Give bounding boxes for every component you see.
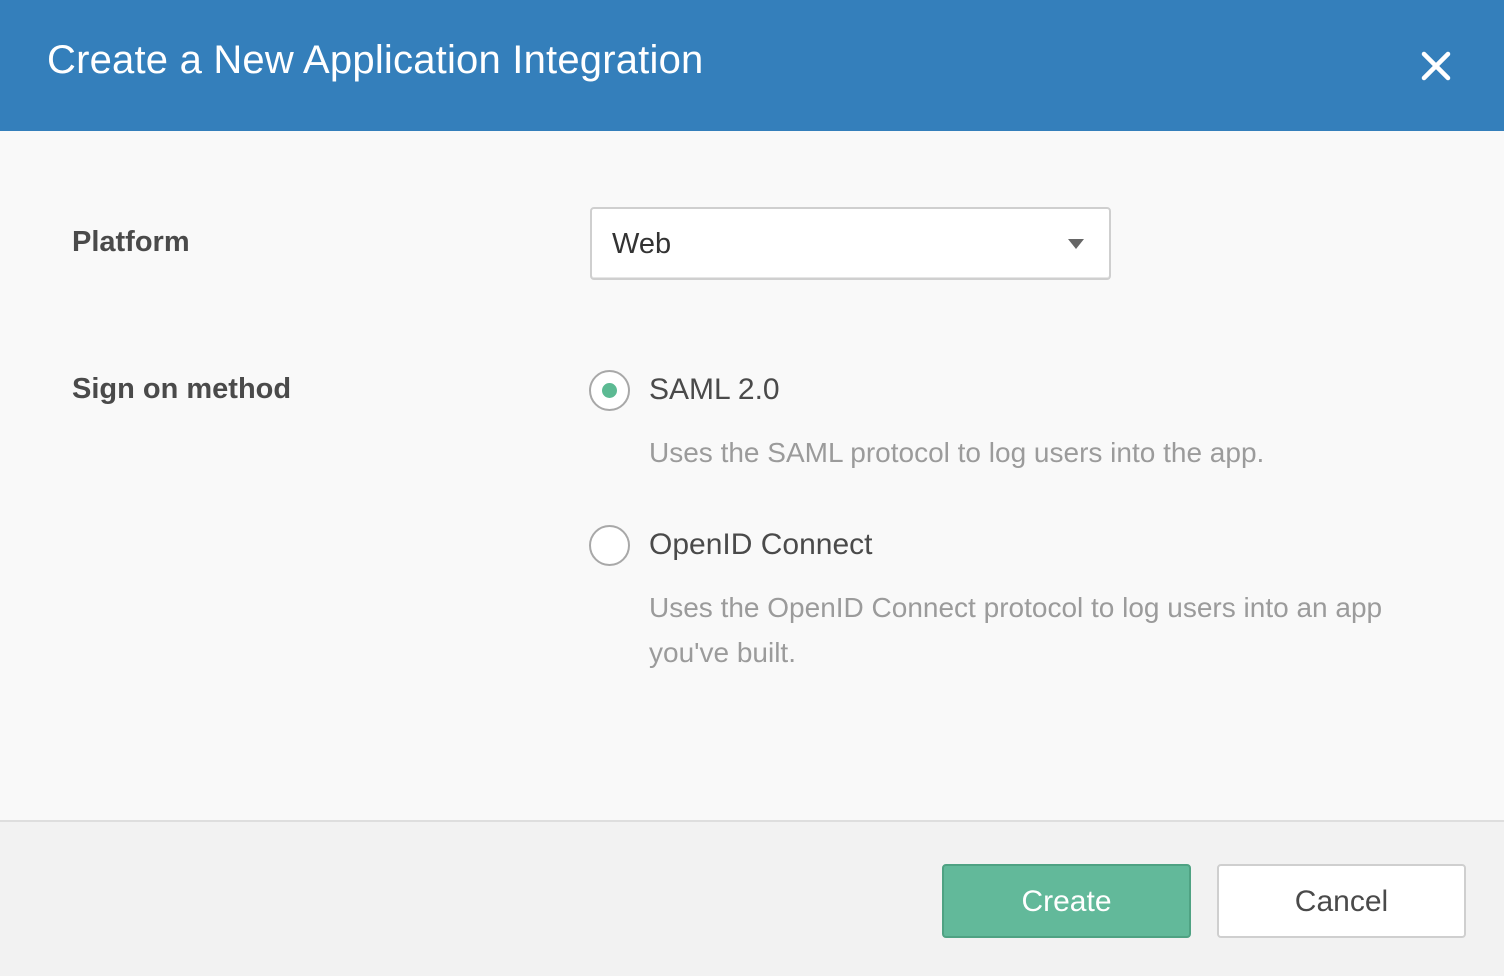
dialog-footer: Create Cancel bbox=[0, 820, 1504, 976]
platform-label: Platform bbox=[72, 226, 190, 258]
cancel-button[interactable]: Cancel bbox=[1217, 864, 1466, 938]
saml-radio[interactable] bbox=[589, 370, 630, 411]
platform-select-value: Web bbox=[612, 228, 672, 260]
dialog-header: Create a New Application Integration bbox=[0, 0, 1504, 131]
platform-select[interactable]: Web bbox=[590, 207, 1111, 280]
caret-down-icon bbox=[1068, 239, 1084, 249]
openid-connect-option-description: Uses the OpenID Connect protocol to log … bbox=[649, 592, 1383, 668]
saml-option-label[interactable]: SAML 2.0 bbox=[649, 373, 780, 407]
radio-selected-dot bbox=[602, 383, 617, 398]
create-app-integration-dialog: Create a New Application Integration Pla… bbox=[0, 0, 1504, 976]
dialog-title: Create a New Application Integration bbox=[47, 38, 704, 82]
openid-connect-option-label[interactable]: OpenID Connect bbox=[649, 528, 872, 562]
create-button[interactable]: Create bbox=[942, 864, 1191, 938]
openid-connect-radio[interactable] bbox=[589, 525, 630, 566]
close-button[interactable] bbox=[1412, 42, 1460, 90]
saml-option-description: Uses the SAML protocol to log users into… bbox=[649, 437, 1265, 468]
sign-on-method-label: Sign on method bbox=[72, 373, 292, 405]
close-icon bbox=[1421, 51, 1451, 81]
